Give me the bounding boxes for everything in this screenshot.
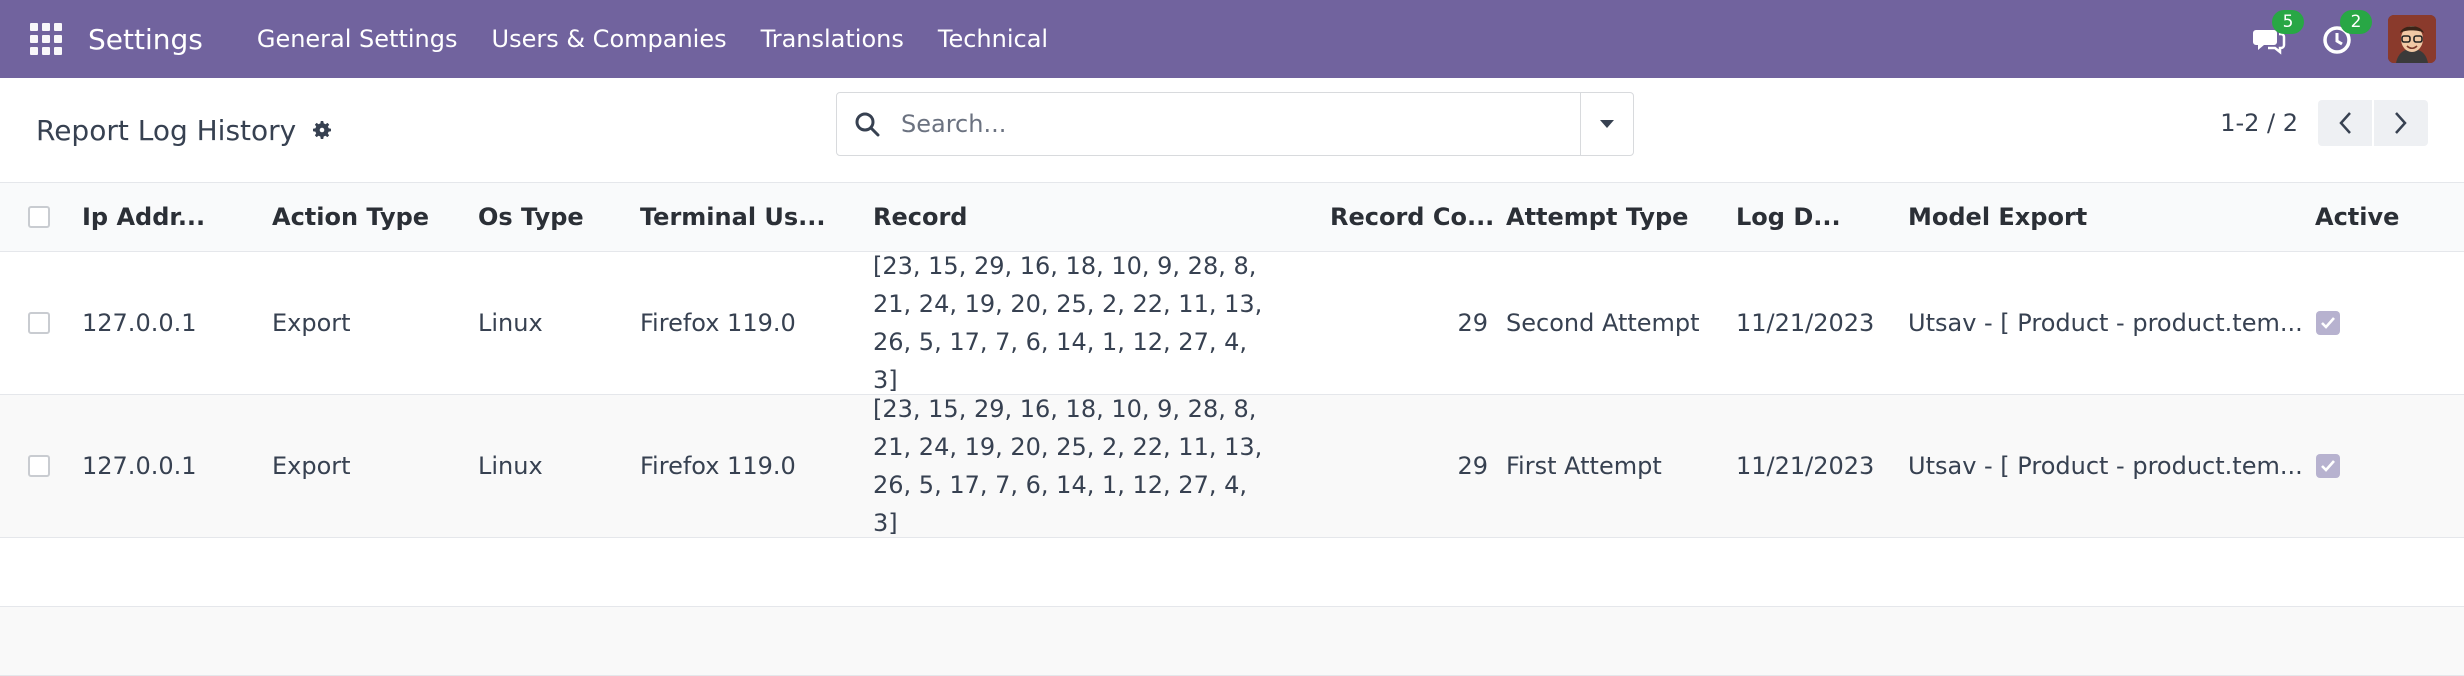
messages-button[interactable]: 5 bbox=[2252, 10, 2304, 56]
table-row[interactable]: 127.0.0.1 Export Linux Firefox 119.0 [23… bbox=[0, 252, 2464, 395]
empty-row bbox=[0, 607, 2464, 676]
column-record-count[interactable]: Record Co... bbox=[1330, 203, 1494, 231]
pager-value[interactable]: 1-2 / 2 bbox=[2220, 109, 2298, 137]
column-ip-address[interactable]: Ip Addr... bbox=[82, 203, 205, 231]
column-action-type[interactable]: Action Type bbox=[272, 203, 429, 231]
table-row[interactable]: 127.0.0.1 Export Linux Firefox 119.0 [23… bbox=[0, 395, 2464, 538]
gear-icon[interactable] bbox=[310, 118, 334, 142]
cell-os-type: Linux bbox=[478, 452, 543, 480]
row-checkbox[interactable] bbox=[28, 455, 50, 477]
cell-record: [23, 15, 29, 16, 18, 10, 9, 28, 8, 21, 2… bbox=[873, 252, 1263, 394]
active-checkbox bbox=[2316, 311, 2340, 335]
cell-record-count: 29 bbox=[1457, 309, 1488, 337]
pager-previous-button[interactable] bbox=[2318, 100, 2372, 146]
select-all-checkbox[interactable] bbox=[28, 206, 50, 228]
cell-ip-address: 127.0.0.1 bbox=[82, 309, 197, 337]
avatar-face-icon bbox=[2388, 15, 2436, 63]
menu-translations[interactable]: Translations bbox=[761, 25, 904, 53]
cell-attempt-type: First Attempt bbox=[1506, 452, 1662, 480]
caret-down-icon bbox=[1600, 120, 1614, 128]
cell-ip-address: 127.0.0.1 bbox=[82, 452, 197, 480]
activities-button[interactable]: 2 bbox=[2320, 10, 2372, 56]
cell-action-type: Export bbox=[272, 309, 351, 337]
cell-action-type: Export bbox=[272, 452, 351, 480]
top-navbar: Settings General Settings Users & Compan… bbox=[0, 0, 2464, 78]
column-attempt-type[interactable]: Attempt Type bbox=[1506, 203, 1688, 231]
column-model-export[interactable]: Model Export bbox=[1908, 203, 2087, 231]
cell-record-count: 29 bbox=[1457, 452, 1488, 480]
column-record[interactable]: Record bbox=[873, 203, 968, 231]
user-avatar[interactable] bbox=[2388, 15, 2436, 63]
active-checkbox bbox=[2316, 454, 2340, 478]
cell-model-export: Utsav - [ Product - product.tem... bbox=[1908, 452, 2303, 480]
activities-badge: 2 bbox=[2340, 10, 2372, 34]
column-log-date[interactable]: Log D... bbox=[1736, 203, 1841, 231]
report-log-table: Ip Addr... Action Type Os Type Terminal … bbox=[0, 182, 2464, 676]
menu-technical[interactable]: Technical bbox=[938, 25, 1048, 53]
cell-log-date: 11/21/2023 bbox=[1736, 309, 1875, 337]
page-title: Report Log History bbox=[36, 113, 297, 147]
pager: 1-2 / 2 bbox=[2220, 92, 2428, 154]
menu-users-companies[interactable]: Users & Companies bbox=[492, 25, 727, 53]
cell-model-export: Utsav - [ Product - product.tem... bbox=[1908, 309, 2303, 337]
apps-grid-icon[interactable] bbox=[30, 23, 62, 55]
cell-terminal-user: Firefox 119.0 bbox=[640, 452, 796, 480]
column-active[interactable]: Active bbox=[2315, 203, 2399, 231]
search-options-toggle[interactable] bbox=[1580, 93, 1633, 155]
menu-general-settings[interactable]: General Settings bbox=[257, 25, 458, 53]
chevron-left-icon bbox=[2339, 112, 2351, 134]
column-os-type[interactable]: Os Type bbox=[478, 203, 584, 231]
cell-os-type: Linux bbox=[478, 309, 543, 337]
table-header-row: Ip Addr... Action Type Os Type Terminal … bbox=[0, 182, 2464, 252]
messages-badge: 5 bbox=[2272, 10, 2304, 34]
chevron-right-icon bbox=[2395, 112, 2407, 134]
check-icon bbox=[2321, 317, 2335, 329]
cell-record: [23, 15, 29, 16, 18, 10, 9, 28, 8, 21, 2… bbox=[873, 395, 1263, 537]
control-panel: Report Log History 1-2 / 2 bbox=[0, 78, 2464, 183]
search-bar bbox=[836, 92, 1634, 156]
cell-attempt-type: Second Attempt bbox=[1506, 309, 1700, 337]
app-brand[interactable]: Settings bbox=[88, 23, 203, 56]
row-checkbox[interactable] bbox=[28, 312, 50, 334]
check-icon bbox=[2321, 460, 2335, 472]
cell-log-date: 11/21/2023 bbox=[1736, 452, 1875, 480]
column-terminal-user[interactable]: Terminal Us... bbox=[640, 203, 826, 231]
empty-row bbox=[0, 538, 2464, 607]
cell-terminal-user: Firefox 119.0 bbox=[640, 309, 796, 337]
search-icon bbox=[855, 112, 880, 137]
search-input[interactable] bbox=[899, 109, 1580, 139]
pager-next-button[interactable] bbox=[2374, 100, 2428, 146]
